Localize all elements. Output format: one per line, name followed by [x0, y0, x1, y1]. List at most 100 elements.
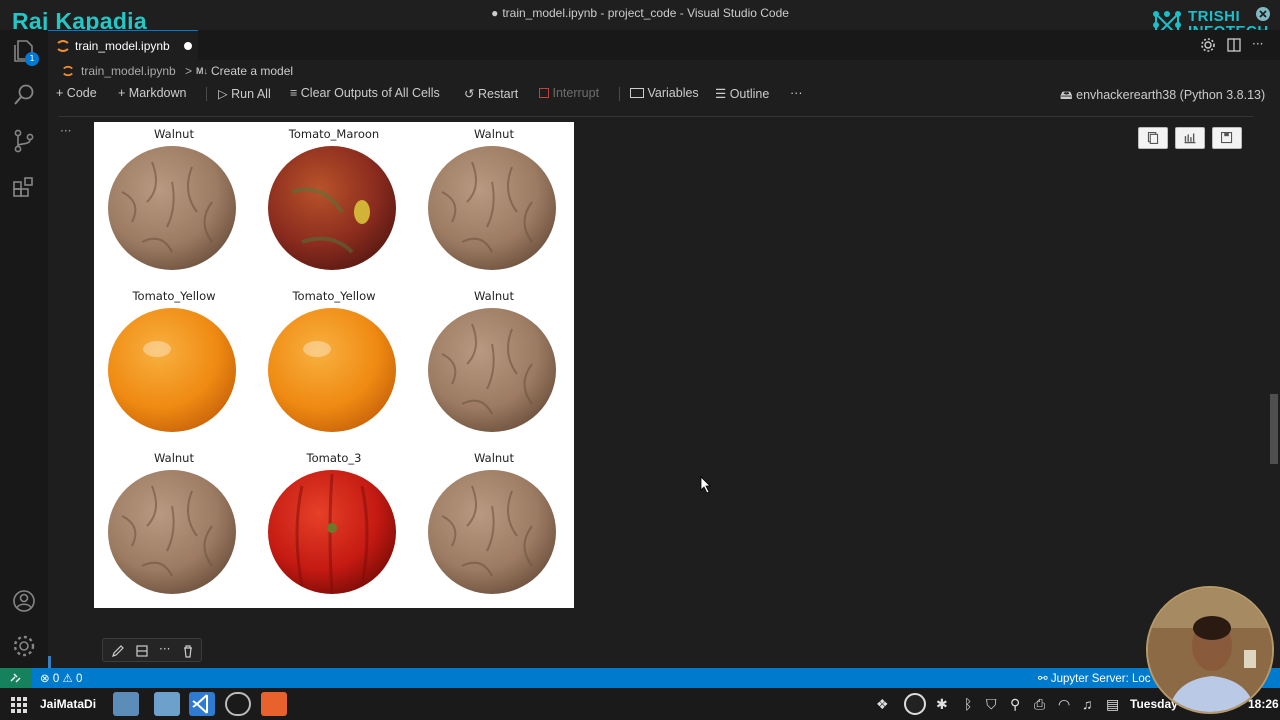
variables-button[interactable]: Variables — [630, 86, 699, 100]
restart-label: Restart — [477, 87, 519, 101]
recorder-app-icon[interactable] — [261, 692, 287, 716]
settings-icon[interactable] — [1200, 37, 1216, 53]
outline-button[interactable]: ☰ Outline — [715, 86, 769, 101]
breadcrumb: train_model.ipynb > M↓ Create a model — [48, 60, 1280, 82]
workspace-name[interactable]: JaiMataDi — [40, 697, 96, 711]
walnut-image — [428, 308, 556, 432]
clock-time[interactable]: 18:26 — [1248, 697, 1279, 711]
screen: ● train_model.ipynb - project_code - Visu… — [0, 0, 1280, 720]
breadcrumb-section[interactable]: Create a model — [211, 64, 293, 78]
presenter-webcam — [1146, 586, 1274, 714]
music-tray-icon[interactable]: ♫ — [1082, 696, 1093, 712]
image-label: Tomato_Yellow — [292, 289, 376, 303]
stop-icon — [539, 88, 549, 98]
kernel-picker[interactable]: 🖴 envhackerearth38 (Python 3.8.13) — [1060, 86, 1265, 107]
breadcrumb-file[interactable]: train_model.ipynb — [81, 64, 176, 78]
explorer-badge: 1 — [25, 52, 39, 66]
image-label: Walnut — [474, 289, 514, 303]
clear-outputs-button[interactable]: ≡ Clear Outputs of All Cells — [290, 86, 440, 100]
tab-train-model[interactable]: train_model.ipynb — [48, 30, 198, 60]
save-icon — [1221, 132, 1233, 144]
file-manager-app-icon[interactable] — [113, 692, 139, 716]
remote-indicator[interactable] — [0, 668, 32, 688]
close-icon[interactable] — [1255, 6, 1271, 22]
cell-border — [58, 116, 1254, 117]
cell-more-actions-icon[interactable]: ··· — [159, 642, 170, 656]
cell-toolbar: ··· — [102, 638, 202, 662]
interrupt-button[interactable]: Interrupt — [539, 86, 599, 100]
copy-icon — [1147, 132, 1159, 144]
settings-gear-icon[interactable] — [11, 633, 37, 659]
plot-viewer-button[interactable] — [1175, 127, 1205, 149]
split-cell-icon[interactable] — [135, 644, 149, 658]
outline-label: Outline — [729, 87, 770, 101]
editor-tab-bar: train_model.ipynb ··· — [48, 30, 1280, 60]
clear-outputs-label: Clear Outputs of All Cells — [300, 86, 440, 100]
notebook-toolbar: + Code + Markdown ▷ Run All ≡ Clear Outp… — [48, 82, 1280, 106]
remote-icon — [10, 673, 21, 683]
add-code-label: Code — [66, 86, 97, 100]
image-label: Walnut — [154, 451, 194, 465]
obs-tray-icon[interactable] — [904, 693, 926, 715]
more-toolbar-icon[interactable]: ··· — [790, 86, 803, 100]
app-grid-icon[interactable] — [10, 696, 28, 714]
link-icon: ⚯ — [1038, 673, 1048, 685]
shield-tray-icon[interactable]: ⛉ — [986, 696, 997, 713]
tab-label: train_model.ipynb — [75, 39, 170, 53]
image-label: Walnut — [474, 451, 514, 465]
kernel-icon: 🖴 — [1060, 88, 1073, 102]
restart-button[interactable]: ↺ Restart — [464, 86, 518, 101]
tomato-yellow-image — [268, 308, 396, 432]
cell-more-icon[interactable]: ··· — [60, 124, 71, 138]
problems-count: 0 — [52, 673, 60, 685]
slack-tray-icon[interactable]: ✱ — [936, 696, 948, 713]
tomato-maroon-image — [268, 146, 396, 270]
walnut-image — [108, 470, 236, 594]
save-output-button[interactable] — [1212, 127, 1242, 149]
output-image-grid: Walnut Tomato_Maroon Walnut Tomato_Yellow To… — [94, 122, 574, 608]
walnut-image — [428, 470, 556, 594]
add-markdown-button[interactable]: + Markdown — [118, 86, 186, 100]
folder-app-icon[interactable] — [154, 692, 180, 716]
wifi-tray-icon[interactable]: ◠ — [1058, 696, 1070, 713]
obs-app-icon[interactable] — [225, 692, 251, 716]
split-editor-icon[interactable] — [1226, 37, 1242, 53]
image-label: Tomato_3 — [306, 451, 362, 465]
run-all-button[interactable]: ▷ Run All — [218, 86, 271, 101]
vscode-app-icon[interactable] — [189, 692, 215, 716]
unsaved-dot-icon[interactable] — [184, 42, 192, 50]
title-bar: ● train_model.ipynb - project_code - Visu… — [0, 0, 1280, 40]
variables-label: Variables — [647, 86, 699, 100]
image-label: Tomato_Yellow — [132, 289, 216, 303]
problems-indicator[interactable]: ⊗ 0 ⚠ 0 — [40, 671, 82, 685]
notebook-file-icon — [63, 65, 73, 77]
delete-trash-icon[interactable] — [181, 644, 195, 658]
location-tray-icon[interactable]: ⚲ — [1010, 696, 1020, 713]
toolbar-divider — [206, 87, 207, 101]
clipboard-tray-icon[interactable]: ▤ — [1106, 696, 1119, 713]
jupyter-server-status[interactable]: ⚯ Jupyter Server: Loc — [1038, 671, 1151, 685]
image-label: Tomato_Maroon — [288, 127, 380, 141]
more-actions-icon[interactable]: ··· — [1252, 37, 1263, 51]
clear-list-icon: ≡ — [290, 86, 298, 100]
restart-icon: ↺ — [464, 87, 475, 101]
variables-icon — [630, 88, 644, 98]
add-code-button[interactable]: + Code — [56, 86, 97, 100]
editor-scrollbar-thumb[interactable] — [1270, 394, 1278, 464]
os-taskbar: JaiMataDi ❖ ✱ ᛒ ⛉ ⚲ ⎙ ◠ ♫ ▤ Tuesday 18:2… — [0, 688, 1280, 720]
presenter-video-image — [1148, 588, 1272, 712]
search-icon[interactable] — [11, 82, 37, 108]
extensions-icon[interactable] — [11, 174, 37, 200]
image-label: Walnut — [154, 127, 194, 141]
vscode-logo-icon — [192, 694, 208, 714]
bluetooth-tray-icon[interactable]: ᛒ — [964, 696, 972, 712]
printer-tray-icon[interactable]: ⎙ — [1034, 696, 1045, 713]
dropbox-tray-icon[interactable]: ❖ — [876, 696, 889, 713]
account-icon[interactable] — [11, 588, 37, 614]
source-control-icon[interactable] — [11, 128, 37, 154]
tomato-red-image — [268, 470, 396, 594]
jupyter-server-label: Jupyter Server: Loc — [1050, 673, 1151, 685]
mouse-cursor-icon — [700, 476, 711, 494]
copy-output-button[interactable] — [1138, 127, 1168, 149]
edit-pencil-icon[interactable] — [111, 644, 125, 658]
